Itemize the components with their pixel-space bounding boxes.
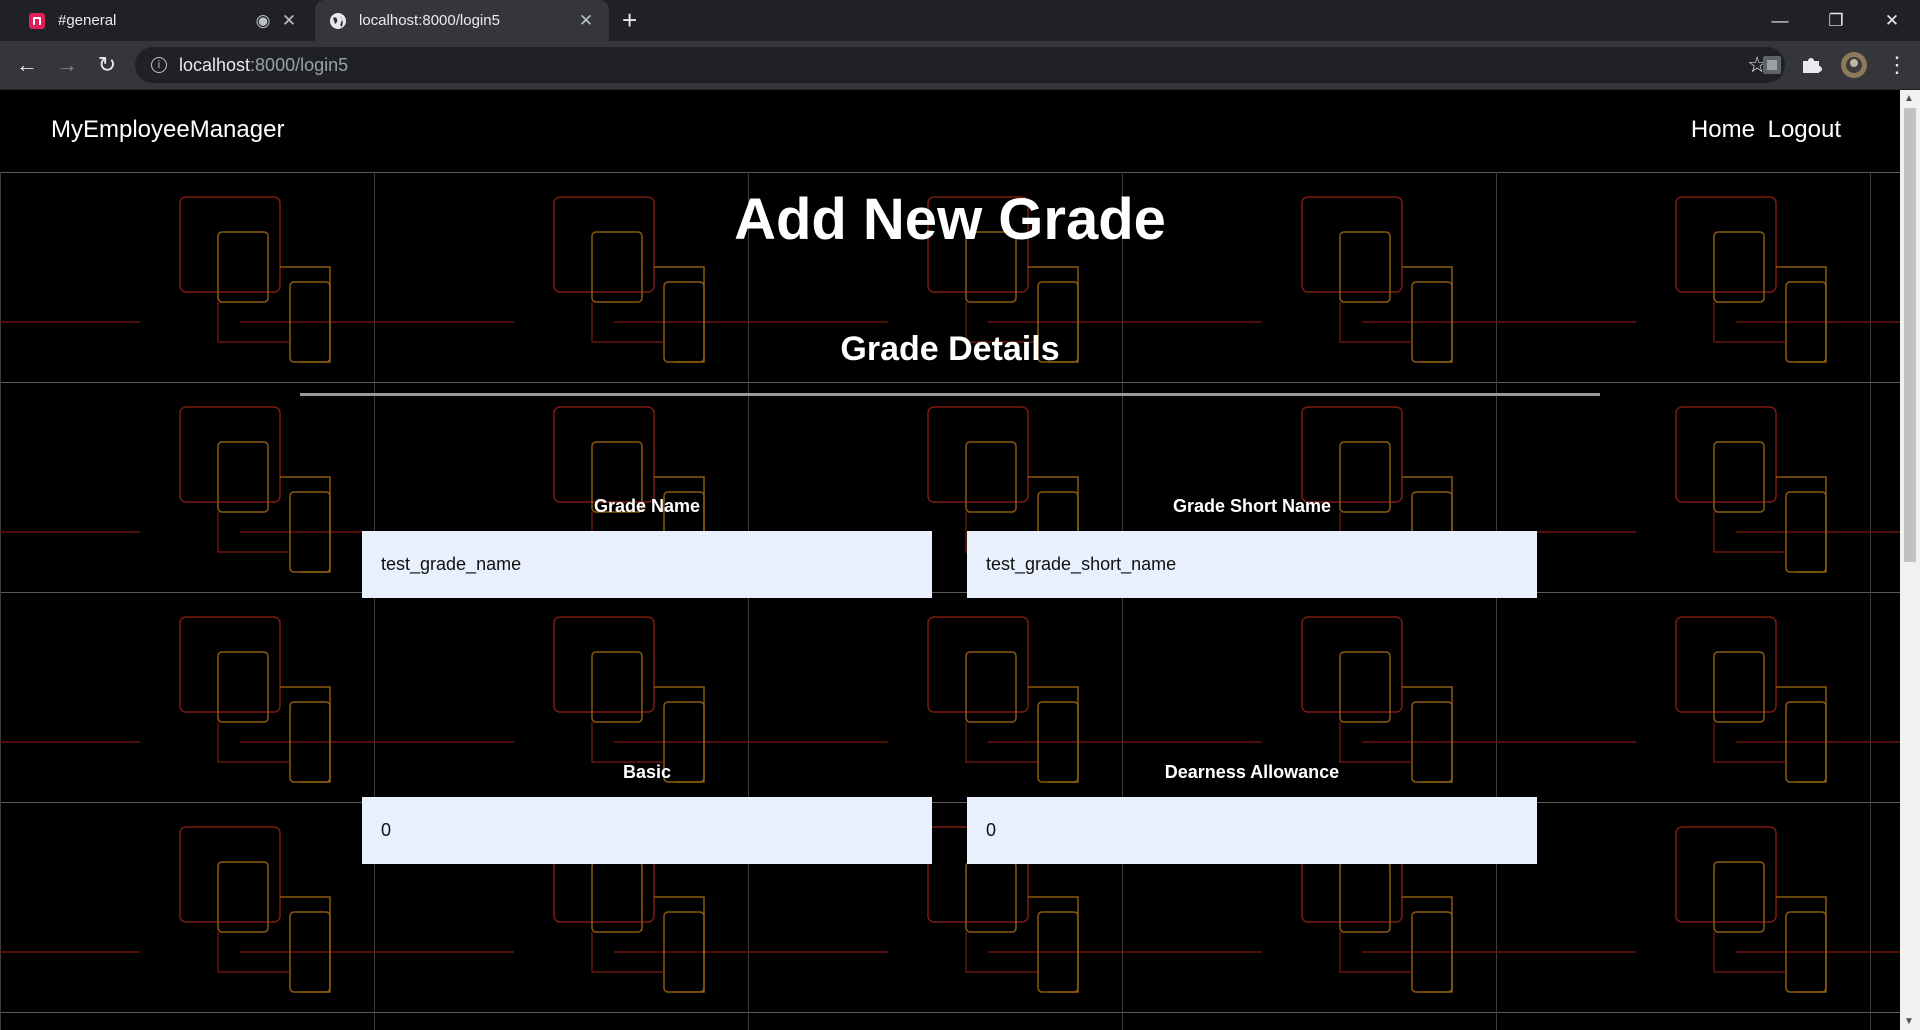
web-page: MyEmployeeManager Home Logout Add New Gr… bbox=[0, 90, 1900, 1030]
section-divider bbox=[300, 393, 1600, 396]
url-host: localhost bbox=[179, 54, 251, 75]
grade-name-input[interactable] bbox=[362, 531, 932, 598]
tab-title: #general bbox=[58, 12, 117, 29]
scroll-down-icon[interactable]: ▼ bbox=[1904, 1016, 1914, 1027]
browser-tab-strip: #general ◉ ✕ localhost:8000/login5 ✕ + —… bbox=[0, 0, 1920, 41]
puzzle-icon[interactable] bbox=[1800, 54, 1822, 76]
url-path: :8000/login5 bbox=[250, 54, 349, 75]
tab-login5[interactable]: localhost:8000/login5 ✕ bbox=[315, 0, 609, 41]
tab-title: localhost:8000/login5 bbox=[359, 12, 500, 29]
site-info-icon[interactable]: i bbox=[151, 57, 167, 73]
restore-icon[interactable]: ❐ bbox=[1808, 0, 1864, 41]
brand-logo[interactable]: MyEmployeeManager bbox=[51, 116, 284, 144]
profile-avatar-icon[interactable] bbox=[1840, 51, 1868, 79]
close-tab-icon[interactable]: ✕ bbox=[577, 11, 595, 31]
site-navbar: MyEmployeeManager Home Logout bbox=[0, 90, 1900, 172]
slack-icon bbox=[29, 12, 45, 29]
minimize-icon[interactable]: — bbox=[1752, 0, 1808, 41]
globe-icon bbox=[330, 12, 346, 29]
page-scrollbar[interactable]: ▲ ▼ bbox=[1900, 90, 1920, 1030]
dearness-allowance-input[interactable] bbox=[967, 797, 1537, 864]
basic-label: Basic bbox=[622, 762, 672, 782]
background-pattern bbox=[0, 172, 1900, 1030]
nav-link-logout[interactable]: Logout bbox=[1768, 116, 1841, 143]
grade-name-field: Grade Name bbox=[362, 496, 932, 598]
reload-icon[interactable]: ↻ bbox=[93, 51, 121, 79]
forward-icon[interactable]: → bbox=[53, 51, 81, 79]
menu-kebab-icon[interactable]: ⋮ bbox=[1883, 51, 1911, 79]
grade-name-label: Grade Name bbox=[593, 496, 701, 516]
close-tab-icon[interactable]: ✕ bbox=[280, 11, 298, 31]
scroll-up-icon[interactable]: ▲ bbox=[1904, 93, 1914, 104]
audio-indicator-icon: ◉ bbox=[255, 10, 271, 30]
grade-short-name-field: Grade Short Name bbox=[967, 496, 1537, 598]
window-controls: — ❐ ✕ bbox=[1752, 0, 1920, 41]
dearness-allowance-field: Dearness Allowance bbox=[967, 762, 1537, 864]
scrollbar-thumb[interactable] bbox=[1904, 108, 1916, 562]
browser-toolbar: ← → ↻ i localhost:8000/login5 ☆ ⋮ bbox=[0, 41, 1920, 90]
basic-input[interactable] bbox=[362, 797, 932, 864]
nav-links: Home Logout bbox=[1685, 116, 1841, 144]
basic-field: Basic bbox=[362, 762, 932, 864]
address-bar[interactable]: i localhost:8000/login5 ☆ bbox=[135, 47, 1785, 83]
grade-short-name-input[interactable] bbox=[967, 531, 1537, 598]
back-icon[interactable]: ← bbox=[13, 51, 41, 79]
grade-short-name-label: Grade Short Name bbox=[1172, 496, 1332, 516]
extension-icon[interactable] bbox=[1761, 54, 1783, 76]
tab-general[interactable]: #general ◉ ✕ bbox=[14, 0, 312, 41]
section-title: Grade Details bbox=[840, 330, 1060, 368]
dearness-allowance-label: Dearness Allowance bbox=[1164, 762, 1340, 782]
close-window-icon[interactable]: ✕ bbox=[1864, 0, 1920, 41]
page-title: Add New Grade bbox=[734, 187, 1166, 252]
nav-link-home[interactable]: Home bbox=[1691, 116, 1755, 143]
new-tab-button[interactable]: + bbox=[622, 6, 637, 34]
